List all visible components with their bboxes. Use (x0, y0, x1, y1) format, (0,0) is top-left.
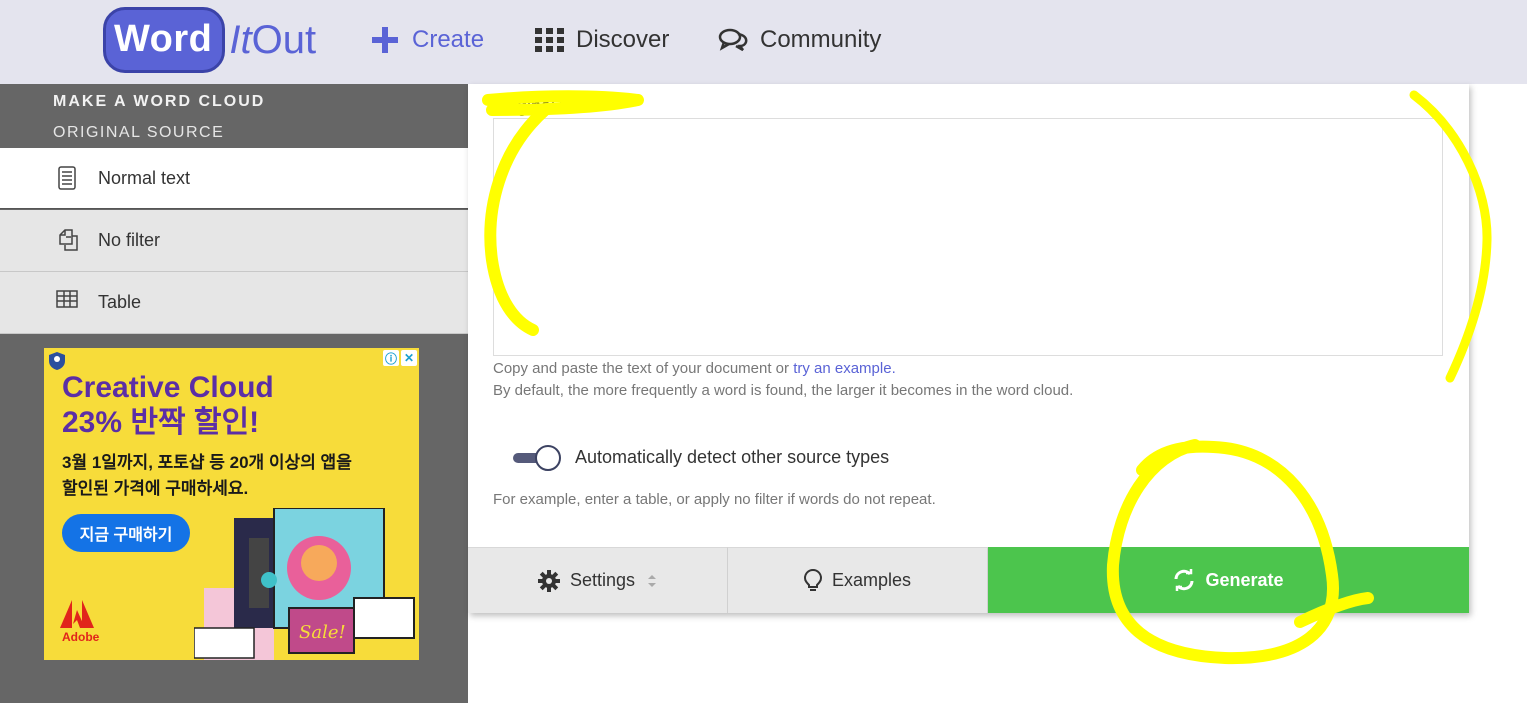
original-text-label: Original text (493, 96, 590, 116)
sidebar-item-no-filter[interactable]: No filter (0, 210, 468, 272)
plus-icon (370, 25, 400, 55)
shield-icon (48, 351, 66, 371)
nav-create-label: Create (412, 26, 485, 53)
table-icon (56, 290, 80, 314)
ad-brand: Adobe (62, 630, 100, 644)
help-text-frequency: By default, the more frequently a word i… (493, 382, 1074, 399)
copy-icon (56, 228, 80, 252)
try-example-link[interactable]: try an example. (793, 360, 896, 377)
sidebar-subtitle: ORIGINAL SOURCE (53, 124, 225, 141)
ad-headline: Creative Cloud (62, 371, 274, 404)
sidebar-title: MAKE A WORD CLOUD (53, 93, 266, 110)
sidebar-item-label: Table (98, 292, 142, 312)
refresh-icon (1173, 569, 1195, 591)
gear-icon (537, 569, 560, 592)
nav-community[interactable]: Community (718, 22, 881, 58)
nav-create[interactable]: Create (370, 22, 484, 58)
help-text-prefix: Copy and paste the text of your document… (493, 360, 794, 377)
ad-body: 3월 1일까지, 포토샵 등 20개 이상의 앱을 할인된 가격에 구매하세요. (62, 453, 352, 498)
logo-it: It (229, 17, 252, 62)
auto-detect-label: Automatically detect other source types (575, 447, 890, 467)
ad-illustration: Sale! (194, 508, 415, 660)
close-icon[interactable]: ✕ (401, 350, 417, 366)
ad-art-text: Sale! (299, 622, 346, 643)
toggle-knob (535, 445, 561, 471)
grid-icon (535, 28, 564, 52)
examples-button[interactable]: Examples (728, 547, 988, 613)
logo[interactable]: Word It Out (103, 6, 316, 74)
sidebar-item-label: Normal text (98, 167, 191, 188)
logo-word: Word (103, 7, 226, 73)
help-text-example: For example, enter a table, or apply no … (493, 491, 936, 508)
document-icon (56, 166, 80, 190)
ad-cta-button[interactable]: 지금 구매하기 (62, 514, 190, 552)
action-bar: Settings Examples Generate (468, 547, 1469, 613)
nav-discover[interactable]: Discover (535, 22, 669, 58)
auto-detect-toggle[interactable] (513, 445, 563, 471)
sidebar-item-table[interactable]: Table (0, 272, 468, 334)
ad-headline-discount: 23% 반짝 할인! (62, 406, 260, 439)
help-text-paste: Copy and paste the text of your document… (493, 360, 896, 377)
original-text-input[interactable] (493, 118, 1443, 356)
nav-community-label: Community (760, 26, 882, 53)
chat-icon (718, 28, 748, 52)
lightbulb-icon (803, 568, 822, 593)
nav-discover-label: Discover (576, 26, 670, 53)
examples-label: Examples (831, 570, 912, 590)
sidebar-item-label: No filter (98, 230, 161, 250)
ad-choices[interactable]: ⓘ ✕ (383, 350, 417, 366)
sort-icon (647, 574, 657, 588)
sidebar-item-normal-text[interactable]: Normal text (0, 148, 468, 209)
info-icon[interactable]: ⓘ (383, 350, 399, 366)
settings-button[interactable]: Settings (468, 547, 728, 613)
top-nav: Word It Out Create Discover Community (0, 0, 1527, 84)
generate-button[interactable]: Generate (988, 547, 1469, 613)
logo-out: Out (251, 17, 317, 62)
settings-label: Settings (569, 570, 636, 590)
ad-banner[interactable]: ⓘ ✕ Creative Cloud 23% 반짝 할인! 3월 1일까지, 포… (44, 348, 419, 660)
main-panel: Original text Copy and paste the text of… (468, 84, 1469, 613)
generate-label: Generate (1205, 569, 1284, 590)
